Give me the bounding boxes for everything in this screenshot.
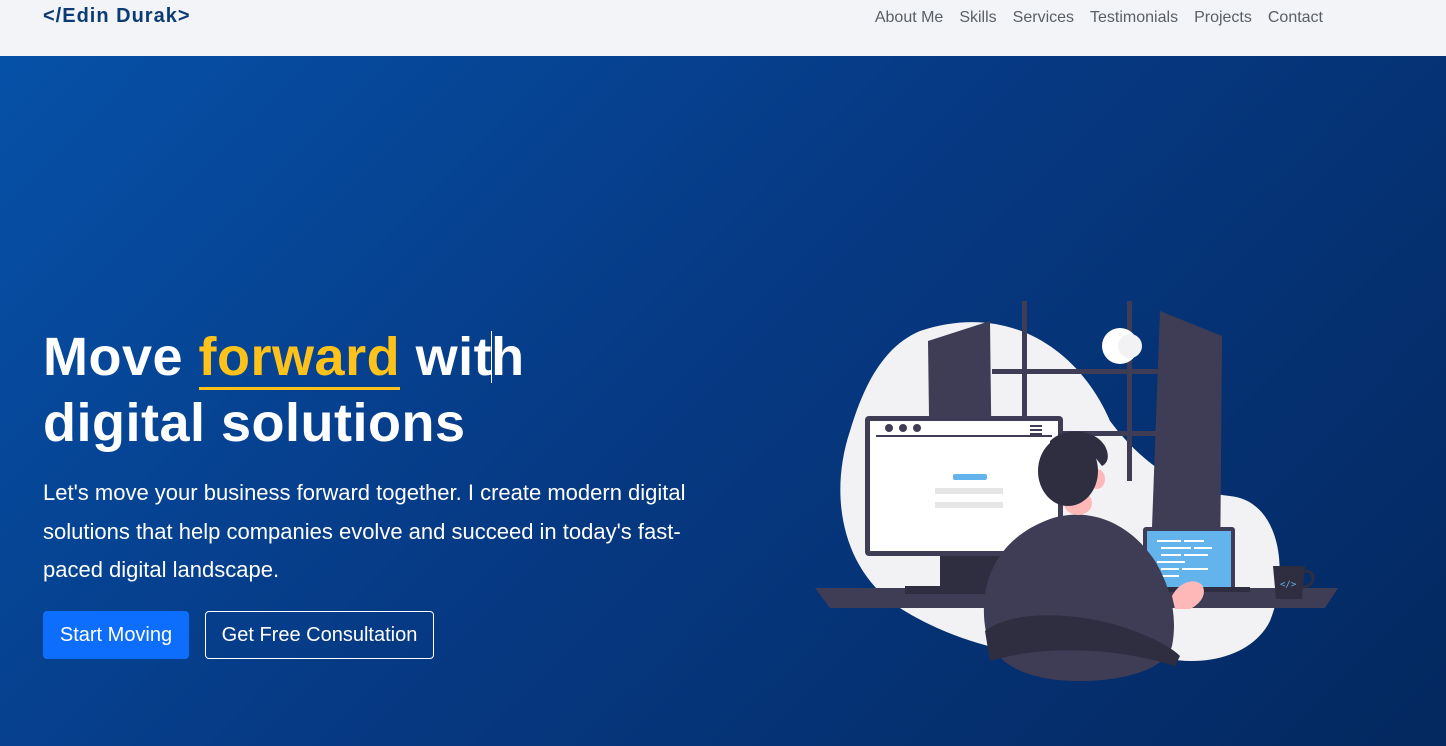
hero-section: Move forward with digital solutions Let's… (0, 56, 1446, 746)
menu-line-2 (1030, 429, 1042, 431)
browser-address-line (876, 435, 1052, 437)
browser-dot-3 (913, 424, 921, 432)
menu-line-1 (1030, 425, 1042, 427)
screen-line-2 (935, 502, 1003, 508)
nav-links: About Me Skills Services Testimonials Pr… (867, 9, 1331, 27)
nav-link-projects[interactable]: Projects (1186, 9, 1260, 27)
browser-dot-2 (899, 424, 907, 432)
menu-line-3 (1030, 433, 1042, 435)
nav-link-about-me[interactable]: About Me (867, 9, 951, 27)
mug-handle (1302, 569, 1315, 589)
hero-headline: Move forward with digital solutions (43, 324, 525, 456)
headline-highlight: forward (198, 327, 401, 390)
window-frame-horizontal-1 (992, 369, 1162, 374)
screen-line-1 (935, 488, 1003, 494)
headline-text-middle: wit (400, 327, 493, 387)
headline-line-two: digital solutions (43, 393, 466, 453)
mug-code-icon: </> (1280, 580, 1297, 590)
moon-shadow (1118, 334, 1142, 358)
nav-link-services[interactable]: Services (1005, 9, 1082, 27)
headline-text-end: h (491, 327, 525, 387)
navbar: </Edin Durak> About Me Skills Services T… (0, 0, 1446, 56)
nav-link-testimonials[interactable]: Testimonials (1082, 9, 1186, 27)
screen-button-shape (953, 474, 987, 480)
window-frame-vertical-2 (1127, 301, 1132, 481)
developer-illustration: </> (815, 301, 1338, 681)
start-moving-button[interactable]: Start Moving (43, 611, 189, 659)
hero-subtitle: Let's move your business forward togethe… (43, 480, 686, 582)
headline-text-start: Move (43, 327, 199, 387)
free-consultation-button[interactable]: Get Free Consultation (205, 611, 434, 659)
nav-link-contact[interactable]: Contact (1260, 9, 1331, 27)
brand-logo[interactable]: </Edin Durak> (43, 5, 191, 28)
nav-link-skills[interactable]: Skills (951, 9, 1004, 27)
browser-dot-1 (885, 424, 893, 432)
